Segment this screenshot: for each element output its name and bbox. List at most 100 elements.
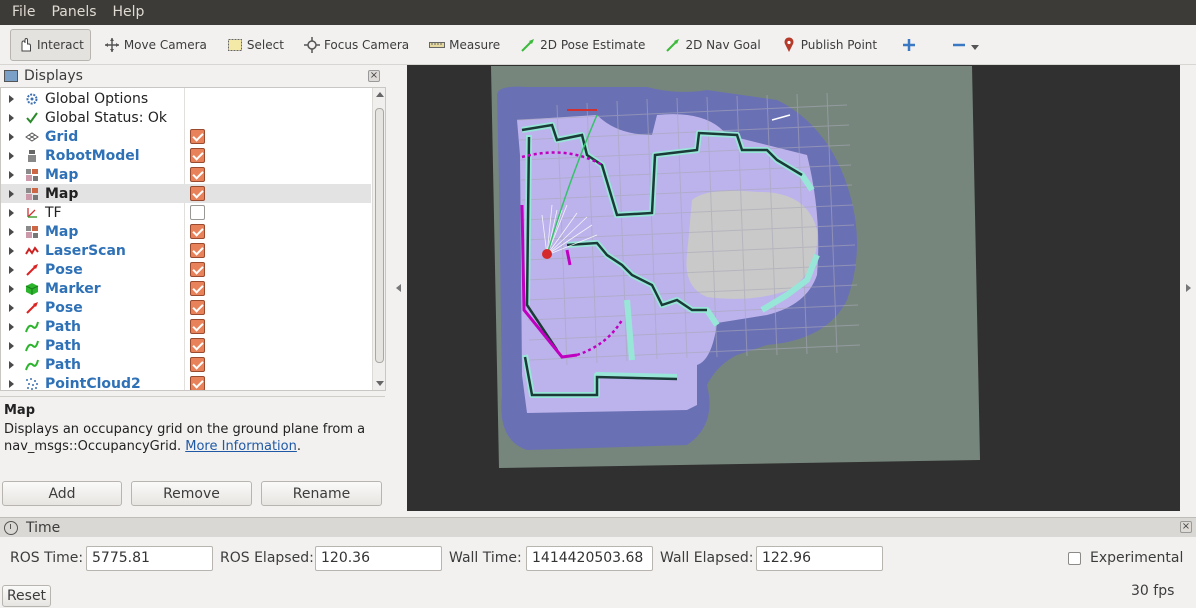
menu-help[interactable]: Help <box>105 0 153 25</box>
pointcloud-icon <box>25 377 39 391</box>
display-row-path[interactable]: Path <box>1 355 371 374</box>
display-enabled-checkbox[interactable] <box>190 243 205 258</box>
tf-axes-icon <box>25 206 39 220</box>
map-pin-icon <box>781 36 797 53</box>
expand-arrow-icon[interactable] <box>9 265 14 274</box>
display-row-laserscan[interactable]: LaserScan <box>1 241 371 260</box>
toolbar: Interact Move Camera Select Focus Camera… <box>0 25 1196 65</box>
display-enabled-checkbox[interactable] <box>190 376 205 390</box>
expand-arrow-icon[interactable] <box>9 208 14 217</box>
ros-elapsed-field[interactable]: 120.36 <box>315 546 442 571</box>
expand-arrow-icon[interactable] <box>9 94 14 103</box>
display-enabled-checkbox[interactable] <box>190 300 205 315</box>
display-enabled-checkbox[interactable] <box>190 186 205 201</box>
scroll-down-arrow[interactable] <box>376 381 384 386</box>
select-tool-button[interactable]: Select <box>220 29 291 61</box>
add-display-button[interactable]: Add <box>2 481 122 506</box>
display-row-tf[interactable]: TF <box>1 203 371 222</box>
more-information-link[interactable]: More Information <box>185 439 297 454</box>
pose-estimate-arrow-icon <box>520 37 536 53</box>
expand-arrow-icon[interactable] <box>9 379 14 388</box>
expand-arrow-icon[interactable] <box>9 341 14 350</box>
map-render[interactable] <box>407 65 1180 511</box>
display-enabled-checkbox[interactable] <box>190 319 205 334</box>
scroll-up-arrow[interactable] <box>376 92 384 97</box>
display-name: Path <box>45 356 81 373</box>
2d-nav-goal-tool-button[interactable]: 2D Nav Goal <box>658 29 767 61</box>
2d-pose-estimate-tool-button[interactable]: 2D Pose Estimate <box>513 29 652 61</box>
display-row-path[interactable]: Path <box>1 336 371 355</box>
expand-arrow-icon[interactable] <box>9 246 14 255</box>
expand-arrow-icon[interactable] <box>9 227 14 236</box>
expand-arrow-icon[interactable] <box>9 303 14 312</box>
expand-arrow-icon[interactable] <box>9 151 14 160</box>
ros-time-field[interactable]: 5775.81 <box>86 546 213 571</box>
plus-icon <box>901 37 917 53</box>
move-camera-icon <box>104 37 120 53</box>
2d-nav-goal-label: 2D Nav Goal <box>685 37 761 52</box>
display-row-robotmodel[interactable]: RobotModel <box>1 146 371 165</box>
expand-arrow-icon[interactable] <box>9 284 14 293</box>
display-row-pointcloud2[interactable]: PointCloud2 <box>1 374 371 391</box>
display-enabled-checkbox[interactable] <box>190 129 205 144</box>
time-close-button[interactable]: × <box>1180 521 1192 533</box>
2d-pose-estimate-label: 2D Pose Estimate <box>540 37 646 52</box>
ros-time-label: ROS Time: <box>10 550 84 566</box>
focus-camera-label: Focus Camera <box>323 37 410 52</box>
display-enabled-checkbox[interactable] <box>190 167 205 182</box>
display-enabled-checkbox[interactable] <box>190 205 205 220</box>
publish-point-label: Publish Point <box>800 37 878 52</box>
menu-file[interactable]: File <box>4 0 43 25</box>
display-row-marker[interactable]: Marker <box>1 279 371 298</box>
display-row-map[interactable]: Map <box>1 165 371 184</box>
display-enabled-checkbox[interactable] <box>190 148 205 163</box>
splitter-right-arrow[interactable] <box>1186 284 1191 292</box>
display-enabled-checkbox[interactable] <box>190 224 205 239</box>
move-camera-tool-button[interactable]: Move Camera <box>97 29 214 61</box>
rename-display-button[interactable]: Rename <box>261 481 382 506</box>
wall-elapsed-field[interactable]: 122.96 <box>756 546 883 571</box>
reset-button[interactable]: Reset <box>2 585 51 607</box>
display-enabled-checkbox[interactable] <box>190 357 205 372</box>
expand-arrow-icon[interactable] <box>9 189 14 198</box>
displays-close-button[interactable]: × <box>368 70 380 82</box>
focus-camera-tool-button[interactable]: Focus Camera <box>297 29 416 61</box>
time-panel-header: Time <box>0 517 1196 537</box>
expand-arrow-icon[interactable] <box>9 360 14 369</box>
measure-tool-button[interactable]: Measure <box>422 29 507 61</box>
expand-arrow-icon[interactable] <box>9 322 14 331</box>
display-enabled-checkbox[interactable] <box>190 262 205 277</box>
description-title: Map <box>4 403 36 418</box>
display-enabled-checkbox[interactable] <box>190 281 205 296</box>
remove-tool-button[interactable] <box>944 29 986 61</box>
splitter-left-arrow[interactable] <box>396 284 401 292</box>
wall-time-field[interactable]: 1414420503.68 <box>526 546 653 571</box>
menu-panels[interactable]: Panels <box>43 0 104 25</box>
remove-display-button[interactable]: Remove <box>131 481 252 506</box>
display-name: Path <box>45 318 81 335</box>
display-enabled-checkbox[interactable] <box>190 338 205 353</box>
expand-arrow-icon[interactable] <box>9 132 14 141</box>
display-row-global-options[interactable]: Global Options <box>1 89 371 108</box>
clock-icon <box>4 520 18 535</box>
interact-tool-button[interactable]: Interact <box>10 28 91 61</box>
display-row-global-status-ok[interactable]: Global Status: Ok <box>1 108 371 127</box>
scrollbar-thumb[interactable] <box>375 108 384 363</box>
3d-viewport[interactable] <box>407 65 1180 511</box>
display-row-pose[interactable]: Pose <box>1 260 371 279</box>
display-row-pose[interactable]: Pose <box>1 298 371 317</box>
checkmark-icon <box>25 111 39 125</box>
add-tool-button[interactable] <box>894 29 928 61</box>
chevron-down-icon[interactable] <box>971 45 980 50</box>
publish-point-tool-button[interactable]: Publish Point <box>774 29 884 61</box>
monitor-icon <box>4 70 18 82</box>
expand-arrow-icon[interactable] <box>9 113 14 122</box>
experimental-checkbox[interactable] <box>1068 552 1081 565</box>
displays-scrollbar[interactable] <box>372 88 385 390</box>
panel-splitter[interactable] <box>393 66 405 516</box>
display-row-map[interactable]: Map <box>1 184 371 203</box>
expand-arrow-icon[interactable] <box>9 170 14 179</box>
display-row-path[interactable]: Path <box>1 317 371 336</box>
display-row-map[interactable]: Map <box>1 222 371 241</box>
display-row-grid[interactable]: Grid <box>1 127 371 146</box>
